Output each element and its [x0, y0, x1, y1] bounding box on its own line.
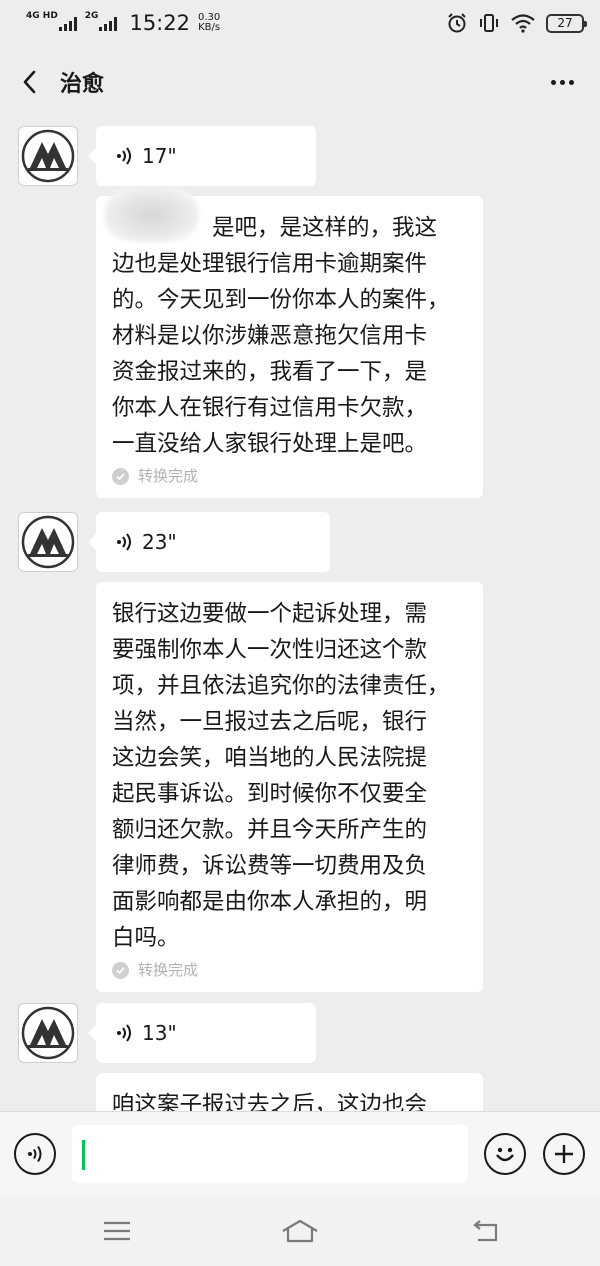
transcript-line: 额归还欠款。并且今天所产生的 [112, 817, 428, 843]
emoji-button[interactable] [484, 1133, 526, 1175]
avatar[interactable] [18, 1003, 78, 1063]
transcript-line: 项，并且依法追究你的法律责任， [112, 673, 450, 699]
system-nav-bar [0, 1197, 600, 1266]
status-icons: 27 [446, 12, 587, 34]
chat-header: 治愈 [0, 46, 600, 118]
voice-wave-icon [117, 1024, 131, 1042]
text-caret [82, 1140, 85, 1170]
transcript-line: 边也是处理银行信用卡逾期案件 [112, 251, 428, 277]
nav-menu-button[interactable] [95, 1215, 139, 1247]
transcript-line: 一直没给人家银行处理上是吧。 [112, 431, 428, 457]
sim2-label: 2G [84, 10, 99, 21]
transcript-line: 你本人在银行有过信用卡欠款， [112, 395, 428, 421]
nav-home-button[interactable] [278, 1215, 322, 1247]
transcript-line: 白吗。 [112, 925, 180, 951]
transcript-status-label: 转换完成 [138, 467, 199, 485]
vibrate-icon [480, 14, 498, 32]
transcript-line: 咱这案子报过去之后，这边也会 [112, 1092, 428, 1111]
voice-wave-icon [117, 533, 131, 551]
signal-bars-icon [99, 16, 118, 31]
clock: 15:22 [129, 11, 190, 35]
message-input[interactable] [72, 1125, 468, 1183]
alarm-icon [448, 13, 466, 33]
battery-indicator: 27 [546, 13, 587, 33]
transcript-line: 这边会笑，咱当地的人民法院提 [112, 745, 428, 771]
transcript-line: 的。今天见到一份你本人的案件， [112, 287, 450, 313]
bank-logo-icon [21, 1006, 75, 1060]
more-dots-icon [550, 79, 556, 85]
chevron-left-icon [23, 70, 36, 94]
check-icon [112, 467, 129, 485]
more-button[interactable] [544, 68, 580, 96]
more-dot [559, 79, 565, 85]
battery-level: 27 [557, 16, 573, 30]
check-icon [112, 961, 129, 979]
voice-transcript[interactable]: 咱这案子报过去之后，这边也会 [96, 1073, 483, 1111]
emoji-icon [496, 1147, 514, 1162]
avatar[interactable] [18, 126, 78, 186]
avatar[interactable] [18, 512, 78, 572]
sim1-signal: 4G HD [26, 11, 77, 31]
transcript-line: 律师费，诉讼费等一切费用及负 [112, 853, 428, 879]
menu-icon [104, 1221, 130, 1241]
chat-input-bar [0, 1111, 600, 1197]
transcript-status-label: 转换完成 [138, 961, 199, 979]
voice-duration: 13" [142, 1021, 177, 1045]
nav-back-button[interactable] [462, 1215, 506, 1247]
back-arrow-icon [473, 1220, 498, 1242]
net-speed: 0.30 KB/s [198, 13, 220, 33]
message-list[interactable]: 17" 是吧，是这样的，我这 边也是处理银行信用卡逾期案件 的。今天见到一份你本… [0, 118, 600, 1111]
voice-message[interactable]: 17" [88, 126, 316, 186]
transcript-line: 当然，一旦报过去之后呢，银行 [112, 709, 428, 735]
signal-bars-icon [58, 16, 77, 31]
redacted-blur [104, 188, 199, 242]
transcript-line: 银行这边要做一个起诉处理，需 [112, 601, 428, 627]
voice-input-button[interactable] [14, 1133, 56, 1175]
voice-message[interactable]: 13" [88, 1003, 316, 1063]
wifi-icon [511, 14, 535, 33]
status-bar: 4G HD 2G 15:22 0.30 KB/s 27 [0, 0, 600, 46]
transcript-line: 要强制你本人一次性归还这个款 [112, 637, 428, 663]
voice-transcript[interactable]: 银行这边要做一个起诉处理，需 要强制你本人一次性归还这个款 项，并且依法追究你的… [96, 582, 483, 992]
transcript-line: 资金报过来的，我看了一下，是 [112, 359, 428, 385]
more-dot [568, 79, 574, 85]
chat-title: 治愈 [60, 72, 105, 97]
voice-duration: 17" [142, 144, 177, 168]
voice-transcript[interactable]: 是吧，是这样的，我这 边也是处理银行信用卡逾期案件 的。今天见到一份你本人的案件… [96, 188, 483, 498]
back-button[interactable] [0, 46, 60, 118]
voice-input-icon [28, 1145, 42, 1163]
sim2-signal: 2G [85, 11, 118, 31]
transcript-line: 材料是以你涉嫌恶意拖欠信用卡 [112, 323, 428, 349]
transcript-status: 转换完成 [112, 958, 467, 982]
transcript-line: 面影响都是由你本人承担的，明 [112, 889, 428, 915]
transcript-line: 起民事诉讼。到时候你不仅要全 [112, 781, 428, 807]
voice-duration: 23" [142, 530, 177, 554]
transcript-status: 转换完成 [112, 464, 467, 488]
more-functions-button[interactable] [543, 1133, 585, 1175]
bank-logo-icon [21, 129, 75, 183]
voice-message[interactable]: 23" [88, 512, 330, 572]
voice-wave-icon [117, 147, 131, 165]
plus-icon [555, 1145, 573, 1163]
net-speed-unit: KB/s [198, 22, 221, 33]
home-icon [282, 1219, 318, 1243]
bank-logo-icon [21, 515, 75, 569]
sim1-label: 4G HD [26, 10, 58, 21]
